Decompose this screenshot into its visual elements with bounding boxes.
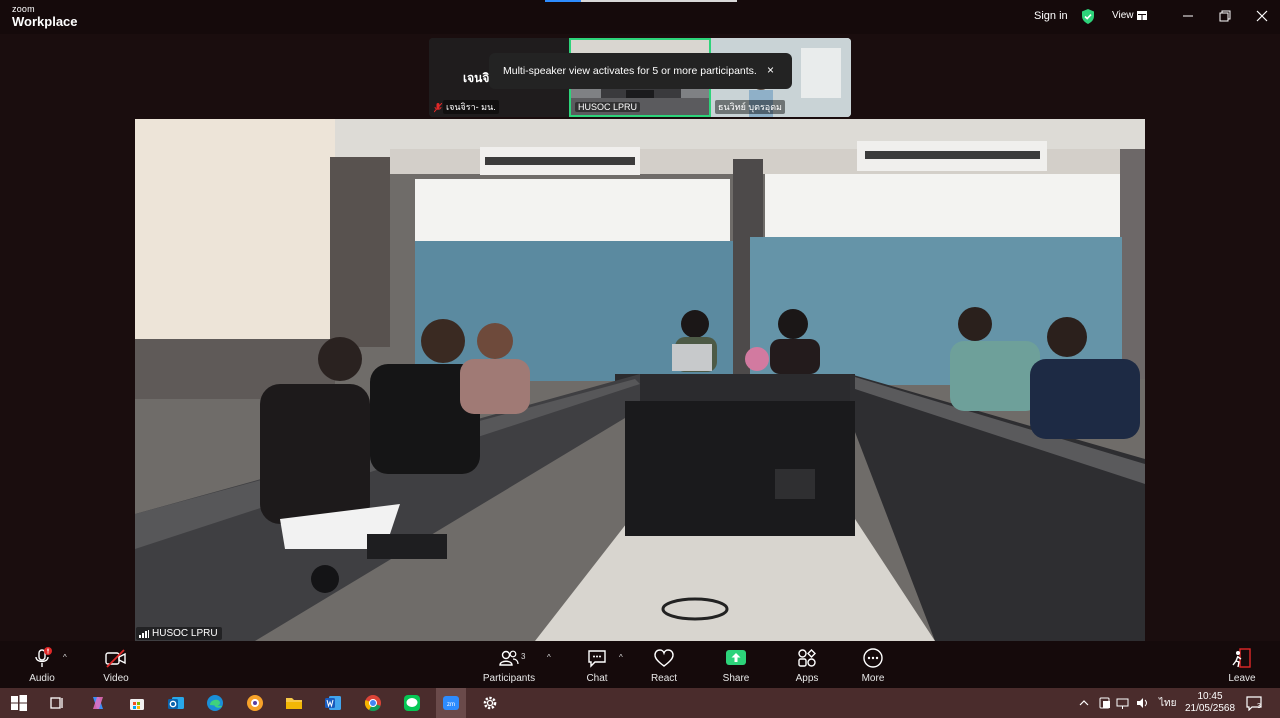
system-clock[interactable]: 10:45 21/05/2568 [1184,691,1236,715]
edge-icon[interactable] [206,694,224,712]
audio-label: Audio [29,673,55,684]
participant-label: ธนวิทย์ บุตรอุดม [715,100,785,114]
brand-small: zoom [12,4,35,14]
participants-options-caret-icon[interactable]: ^ [547,653,551,662]
more-icon [863,648,883,668]
top-indicator [545,0,737,2]
restore-icon[interactable] [1218,9,1232,23]
clock-time: 10:45 [1197,691,1223,702]
task-view-icon[interactable] [48,694,66,712]
apps-icon [798,649,816,667]
meeting-room-video-frame [135,119,1145,641]
settings-gear-icon[interactable] [481,694,499,712]
store-icon[interactable] [128,694,146,712]
tray-app-icon[interactable] [1098,696,1112,710]
muted-mic-icon [35,647,52,667]
view-grid-icon[interactable] [1137,11,1147,20]
network-icon[interactable] [1116,696,1130,710]
tray-chevron-up-icon[interactable] [1078,697,1090,709]
multi-speaker-toast: Multi-speaker view activates for 5 or mo… [489,53,792,89]
chrome-icon[interactable] [364,694,382,712]
chat-label: Chat [586,673,608,684]
notification-count: 3 [1257,703,1261,710]
video-button[interactable]: Video [88,647,144,684]
chat-button[interactable]: Chat [569,647,625,684]
participant-label: HUSOC LPRU [575,102,641,112]
encryption-shield-icon[interactable] [1081,9,1095,24]
participants-label: Participants [482,673,536,684]
video-off-icon [105,649,126,668]
meeting-toolbar: Audio ^ Video Participants 3 ^ Chat ^ Re… [0,641,1280,688]
brand-big: Workplace [12,14,78,29]
chat-options-caret-icon[interactable]: ^ [619,653,623,662]
file-explorer-icon[interactable] [285,694,303,712]
clock-date: 21/05/2568 [1184,703,1236,714]
title-bar: zoom Workplace Sign in View [0,0,1280,34]
leave-label: Leave [1228,673,1256,684]
participants-button[interactable]: Participants [481,647,537,684]
participant-label: เจนจิรา- มน. [443,100,499,114]
word-icon[interactable] [324,694,342,712]
share-label: Share [722,673,750,684]
view-button[interactable]: View [1112,10,1134,21]
leave-door-icon [1232,648,1251,668]
video-name-label: HUSOC LPRU [136,627,222,640]
audio-button[interactable]: Audio [14,647,70,684]
outlook-icon[interactable] [167,694,185,712]
chat-icon [588,650,606,668]
apps-button[interactable]: Apps [779,647,835,684]
minimize-icon[interactable] [1181,9,1195,23]
audio-options-caret-icon[interactable]: ^ [63,653,67,662]
close-window-icon[interactable] [1255,9,1269,23]
zoom-logo: zoom Workplace [12,4,78,29]
copilot-icon[interactable] [89,694,107,712]
heart-icon [654,649,674,667]
input-language[interactable]: ไทย [1159,696,1176,711]
toast-close-icon[interactable]: × [767,63,774,77]
volume-icon[interactable] [1136,696,1150,710]
share-screen-icon [726,650,746,665]
video-label-text: HUSOC LPRU [152,628,218,639]
zoom-app-icon[interactable]: zm [442,694,460,712]
participants-count: 3 [521,652,526,661]
toast-message: Multi-speaker view activates for 5 or mo… [503,65,757,77]
sign-in-link[interactable]: Sign in [1034,10,1068,22]
video-label: Video [103,673,129,684]
share-button[interactable]: Share [708,647,764,684]
muted-mic-icon [434,103,442,113]
windows-taskbar: zm ไทย 10:45 21/05/2568 3 [0,688,1280,718]
line-app-icon[interactable] [403,694,421,712]
more-button[interactable]: More [845,647,901,684]
signal-bars-icon [139,630,149,638]
participants-icon [499,650,519,666]
main-video[interactable] [135,119,1145,641]
windows-start-icon[interactable] [10,694,28,712]
svg-text:zm: zm [447,702,455,708]
pinned-app-icon[interactable] [246,694,264,712]
more-label: More [861,673,885,684]
react-label: React [650,673,678,684]
leave-button[interactable]: Leave [1214,647,1270,684]
apps-label: Apps [795,673,819,684]
react-button[interactable]: React [636,647,692,684]
